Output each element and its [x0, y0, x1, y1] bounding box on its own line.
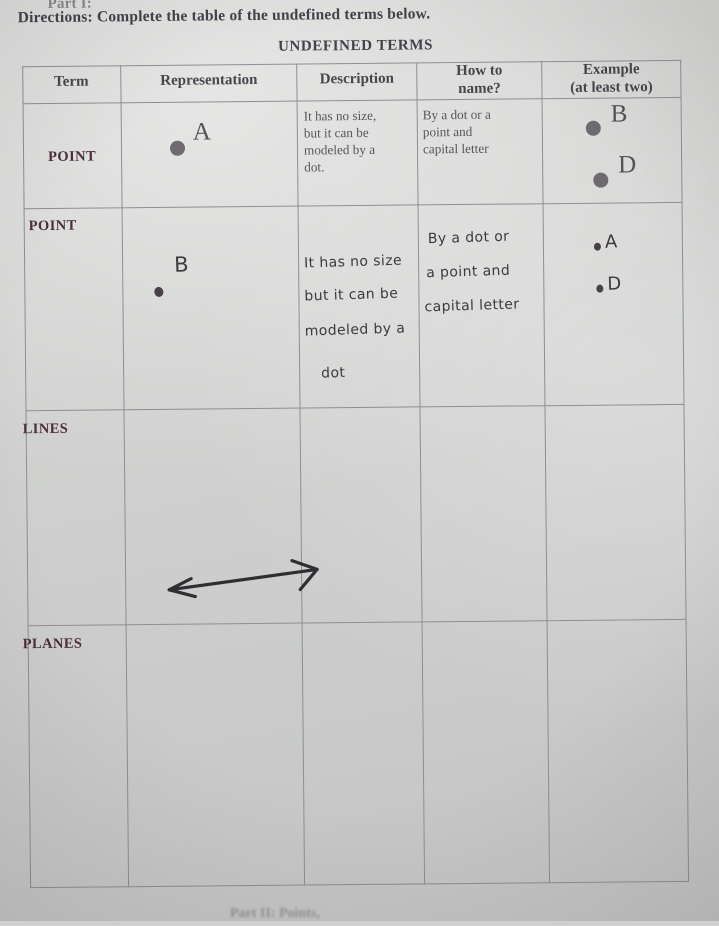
row-2-description-line-4: dot: [320, 364, 346, 382]
row-2-example-label-1: A: [604, 231, 618, 253]
worksheet-page: Part I: Directions: Complete the table o…: [0, 0, 719, 924]
undefined-terms-table: Term Representation Description How to n…: [22, 59, 690, 889]
row-1-term: POINT: [48, 148, 97, 165]
header-representation: Representation: [160, 71, 258, 89]
table-col-divider-4: [541, 61, 551, 884]
header-how-to-name-line1: How to: [456, 62, 503, 80]
header-term: Term: [54, 73, 89, 90]
row-2-example-dot-2: [596, 284, 604, 293]
row-1-how-to-name-line-1: By a dot or a: [422, 106, 491, 123]
directions-text: Directions: Complete the table of the un…: [17, 5, 431, 27]
double-headed-arrow-icon: [167, 559, 319, 599]
row-2-how-to-name-line-1: By a dot or: [427, 228, 510, 248]
header-example-line1: Example: [582, 61, 640, 78]
header-how-to-name-line2: name?: [458, 80, 501, 98]
row-1-description-line-3: modeled by a: [303, 141, 376, 158]
row-2-example-dot-1: [593, 242, 601, 251]
header-description: Description: [319, 70, 394, 88]
row-1-example-dot-2: [593, 172, 609, 188]
row-4-term: PLANES: [22, 635, 83, 653]
row-2-description-line-3: modeled by a: [304, 320, 406, 340]
header-example-line2: (at least two): [570, 79, 653, 96]
row-1-how-to-name-line-3: capital letter: [422, 140, 489, 157]
row-2-representation-dot: [153, 285, 165, 298]
table-col-divider-2: [296, 63, 306, 886]
row-2-term: POINT: [28, 217, 77, 235]
row-1-example-dot-1: [585, 120, 601, 136]
table-col-divider-3: [416, 62, 426, 885]
row-1-representation-dot: [169, 140, 186, 156]
row-1-description-line-2: but it can be: [303, 124, 369, 141]
row-2-description-line-2: but it can be: [304, 285, 399, 305]
bottom-cut-text: Part II: Points,: [230, 906, 320, 921]
table-title: UNDEFINED TERMS: [277, 37, 434, 55]
row-1-example-label-2: D: [618, 151, 637, 179]
row-3-term: LINES: [22, 420, 69, 438]
row-2-representation-label: B: [173, 252, 190, 277]
table-border-left: [22, 66, 32, 889]
table-col-divider-1: [120, 65, 130, 888]
row-2-how-to-name-line-2: a point and: [425, 262, 511, 282]
row-2-how-to-name-line-3: capital letter: [424, 296, 520, 316]
table-border-right: [680, 59, 690, 882]
row-1-how-to-name-line-2: point and: [422, 123, 473, 140]
row-1-representation-label: A: [192, 118, 212, 146]
row-1-description-line-1: It has no size,: [303, 107, 377, 124]
row-1-description-line-4: dot.: [304, 159, 325, 175]
row-2-example-label-2: D: [607, 273, 622, 295]
row-2-description-line-1: It has no size: [303, 252, 403, 272]
row-1-example-label-1: B: [610, 100, 628, 128]
